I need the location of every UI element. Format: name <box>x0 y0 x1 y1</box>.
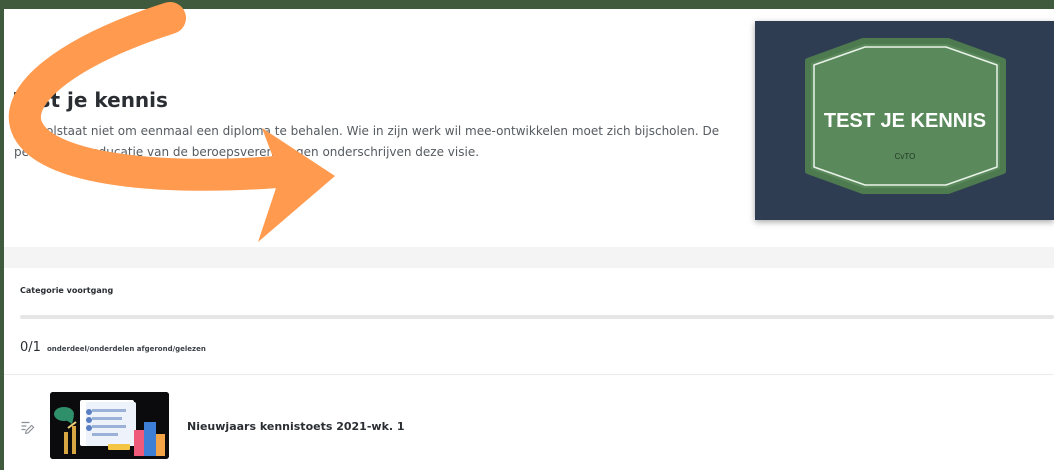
category-header: Test je kennis Het volstaat niet om eenm… <box>4 9 1054 247</box>
progress-heading: Categorie voortgang <box>20 286 114 295</box>
page-content: Test je kennis Het volstaat niet om eenm… <box>4 9 1054 470</box>
progress-count: 0/1 <box>20 340 41 355</box>
section-separator <box>4 247 1054 268</box>
badge-subtitle: CvTO <box>895 152 916 161</box>
lesson-item[interactable]: Nieuwjaars kennistoets 2021-wk. 1 <box>4 375 1054 470</box>
lesson-thumbnail[interactable] <box>50 392 169 459</box>
page-title: Test je kennis <box>14 88 168 112</box>
edit-document-icon <box>19 420 35 436</box>
progress-bar <box>20 315 1054 319</box>
category-image: TEST JE KENNIS CvTO <box>755 21 1054 220</box>
badge-graphic: TEST JE KENNIS CvTO <box>805 38 1006 194</box>
category-progress: Categorie voortgang 0/1 onderdeel/onderd… <box>4 268 1054 376</box>
badge-title: TEST JE KENNIS <box>824 110 986 132</box>
progress-count-label: onderdeel/onderdelen afgerond/gelezen <box>47 345 206 353</box>
page-description: Het volstaat niet om eenmaal een diploma… <box>14 124 720 159</box>
lesson-title[interactable]: Nieuwjaars kennistoets 2021-wk. 1 <box>187 420 405 433</box>
